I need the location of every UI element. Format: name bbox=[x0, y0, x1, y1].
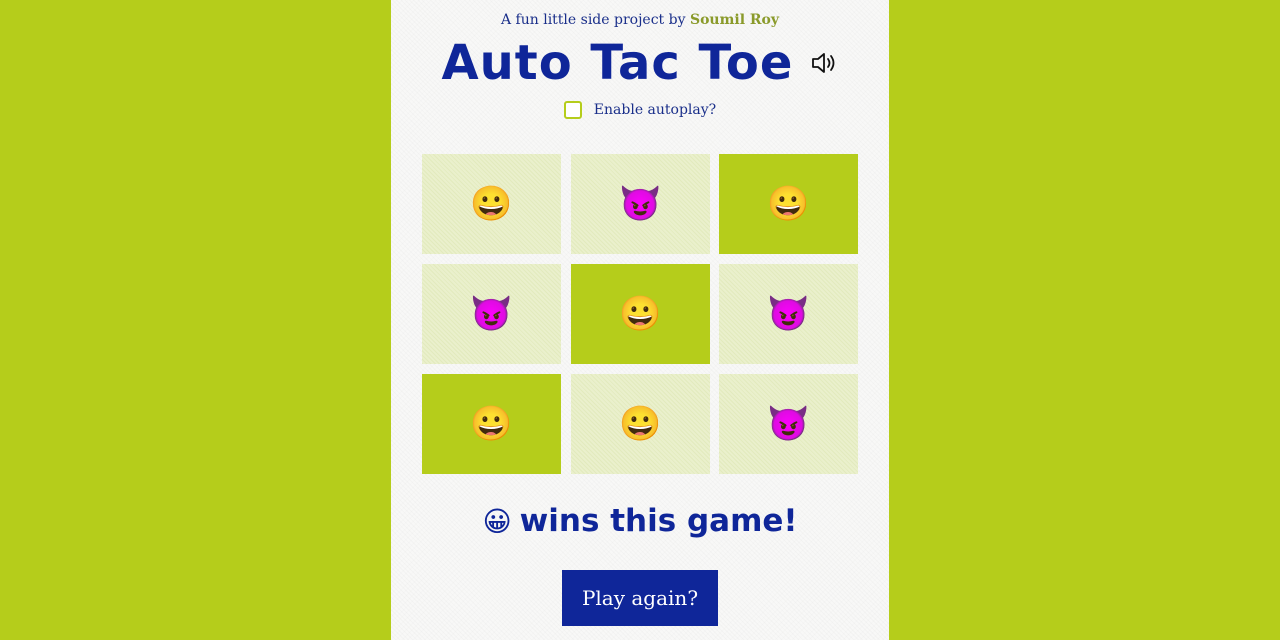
board-cell-5[interactable]: 😀 bbox=[571, 264, 710, 364]
board-cell-1[interactable]: 😀 bbox=[422, 154, 561, 254]
game-panel: A fun little side project by Soumil Roy … bbox=[391, 0, 889, 640]
result-message: 😀 wins this game! bbox=[391, 500, 889, 543]
play-again-button[interactable]: Play again? bbox=[562, 570, 718, 626]
byline-prefix: A fun little side project by bbox=[500, 12, 686, 28]
board-cell-3[interactable]: 😀 bbox=[719, 154, 858, 254]
board-cell-2[interactable]: 😈 bbox=[571, 154, 710, 254]
autoplay-row: Enable autoplay? bbox=[391, 101, 889, 119]
game-board: 😀 😈 😀 😈 😀 😈 😀 😀 😈 bbox=[422, 154, 859, 474]
board-cell-7[interactable]: 😀 bbox=[422, 374, 561, 474]
author-link[interactable]: Soumil Roy bbox=[690, 12, 779, 28]
board-cell-6[interactable]: 😈 bbox=[719, 264, 858, 364]
page-title: Auto Tac Toe bbox=[441, 35, 794, 91]
result-text: wins this game! bbox=[519, 503, 798, 539]
autoplay-checkbox[interactable] bbox=[563, 101, 582, 119]
board-cell-4[interactable]: 😈 bbox=[422, 264, 561, 364]
board-cell-8[interactable]: 😀 bbox=[571, 374, 710, 474]
board-cell-9[interactable]: 😈 bbox=[719, 374, 858, 474]
title-row: Auto Tac Toe bbox=[391, 30, 889, 96]
byline: A fun little side project by Soumil Roy bbox=[391, 12, 889, 28]
autoplay-label[interactable]: Enable autoplay? bbox=[594, 102, 716, 118]
speaker-icon[interactable] bbox=[809, 48, 839, 78]
winner-emoji: 😀 bbox=[482, 505, 512, 538]
